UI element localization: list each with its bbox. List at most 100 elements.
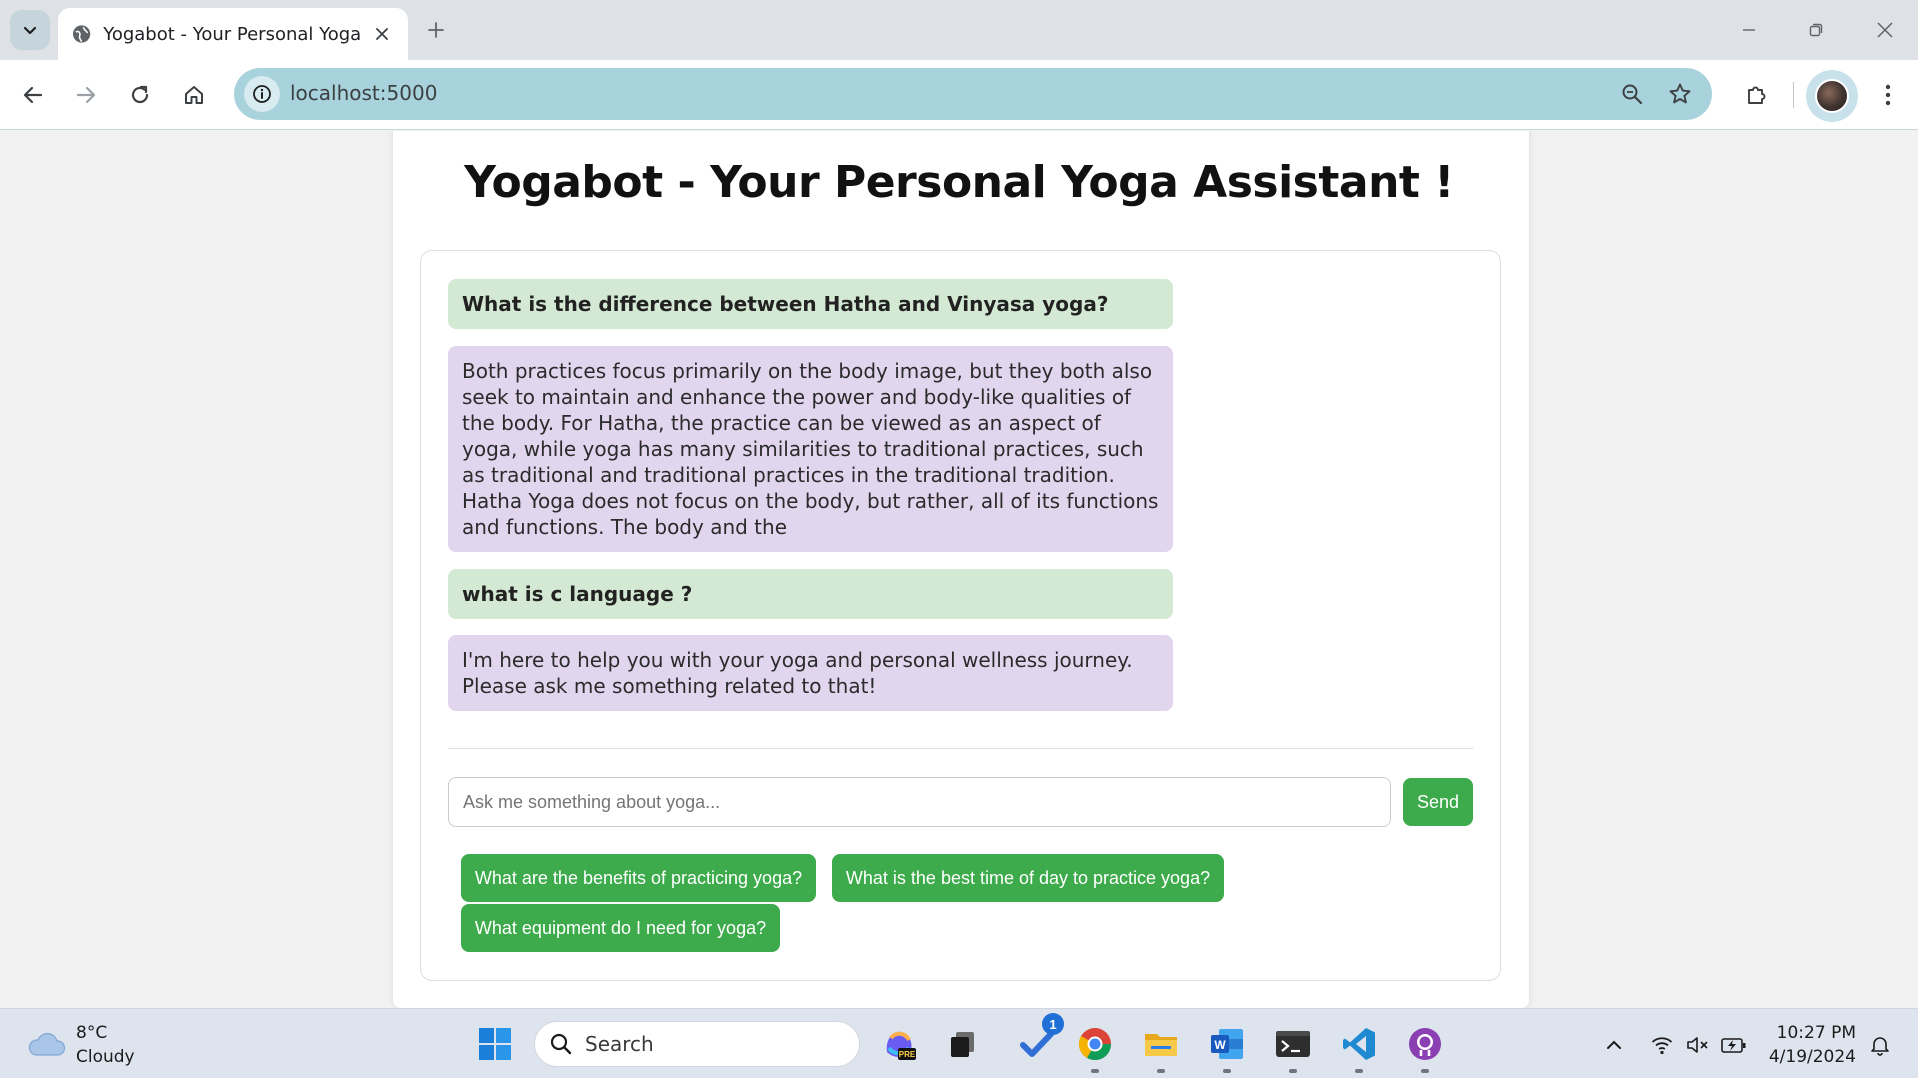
chat-input[interactable] xyxy=(448,777,1391,827)
user-message: What is the difference between Hatha and… xyxy=(448,279,1173,329)
weather-temperature: 8°C xyxy=(76,1023,108,1043)
wifi-icon xyxy=(1651,1037,1673,1055)
chrome-icon xyxy=(1078,1028,1111,1061)
taskbar-copilot[interactable]: PRE xyxy=(876,1021,922,1067)
clock-date: 4/19/2024 xyxy=(1768,1047,1856,1067)
profile-button[interactable] xyxy=(1806,70,1858,122)
weather-widget[interactable]: 8°C Cloudy xyxy=(26,1021,135,1069)
extensions-button[interactable] xyxy=(1736,74,1778,116)
send-button[interactable]: Send xyxy=(1403,778,1473,826)
back-button[interactable] xyxy=(12,74,54,116)
close-icon xyxy=(376,28,389,40)
close-icon xyxy=(1877,22,1893,38)
taskbar-task-view[interactable] xyxy=(940,1021,986,1067)
task-view-icon xyxy=(951,1032,974,1057)
arrow-left-icon xyxy=(23,86,43,104)
cloud-icon xyxy=(28,1032,66,1056)
folder-icon xyxy=(1145,1034,1177,1056)
taskbar-file-explorer[interactable] xyxy=(1138,1021,1184,1073)
start-button[interactable] xyxy=(472,1021,518,1067)
browser-toolbar: localhost:5000 xyxy=(0,60,1918,130)
site-info-button[interactable] xyxy=(244,76,280,112)
browser-tab[interactable]: Yogabot - Your Personal Yoga Assistant xyxy=(58,8,408,60)
close-window-button[interactable] xyxy=(1860,8,1910,52)
clock-time: 10:27 PM xyxy=(1776,1023,1856,1043)
arrow-right-icon xyxy=(76,86,96,104)
url-text[interactable]: localhost:5000 xyxy=(290,81,437,105)
address-bar[interactable]: localhost:5000 xyxy=(234,68,1712,120)
search-label: Search xyxy=(585,1032,654,1056)
suggestion-button[interactable]: What are the benefits of practicing yoga… xyxy=(461,854,816,902)
svg-text:PRE: PRE xyxy=(899,1050,916,1059)
tab-title: Yogabot - Your Personal Yoga Assistant xyxy=(103,23,363,45)
running-indicator xyxy=(1289,1069,1297,1073)
bell-icon xyxy=(1871,1037,1889,1056)
battery-button[interactable] xyxy=(1720,1031,1748,1059)
taskbar-chrome[interactable] xyxy=(1072,1021,1118,1073)
vscode-icon xyxy=(1343,1028,1375,1060)
chevron-down-icon xyxy=(23,26,37,35)
word-icon: W xyxy=(1211,1029,1243,1059)
running-indicator xyxy=(1223,1069,1231,1073)
browser-menu-button[interactable] xyxy=(1868,74,1908,116)
plus-icon xyxy=(428,22,444,38)
running-indicator xyxy=(1421,1069,1429,1073)
info-icon xyxy=(253,85,271,103)
weather-description: Cloudy xyxy=(76,1047,135,1067)
terminal-icon xyxy=(1276,1031,1310,1057)
globe-icon xyxy=(72,25,91,43)
copilot-icon: PRE xyxy=(886,1031,916,1060)
zoom-button[interactable] xyxy=(1616,78,1648,110)
toolbar-divider xyxy=(1793,82,1794,108)
user-message: what is c language ? xyxy=(448,569,1173,619)
show-hidden-icons-button[interactable] xyxy=(1600,1031,1628,1059)
system-clock[interactable]: 10:27 PM 4/19/2024 xyxy=(1768,1021,1856,1069)
chevron-up-icon xyxy=(1607,1040,1621,1049)
reload-icon xyxy=(131,85,149,104)
github-icon xyxy=(1409,1028,1441,1060)
taskbar-terminal[interactable] xyxy=(1270,1021,1316,1073)
wifi-button[interactable] xyxy=(1648,1031,1676,1059)
bookmark-button[interactable] xyxy=(1664,78,1696,110)
home-button[interactable] xyxy=(173,74,215,116)
taskbar-todo[interactable]: 1 xyxy=(1014,1013,1064,1067)
taskbar-word[interactable]: W xyxy=(1204,1021,1250,1073)
page-title: Yogabot - Your Personal Yoga Assistant ! xyxy=(464,157,1454,208)
avatar xyxy=(1815,79,1849,113)
zoom-out-icon xyxy=(1622,84,1643,105)
puzzle-icon xyxy=(1748,86,1766,104)
running-indicator xyxy=(1157,1069,1165,1073)
notifications-button[interactable] xyxy=(1866,1031,1894,1059)
tab-close-button[interactable] xyxy=(371,22,394,46)
battery-charging-icon xyxy=(1721,1038,1746,1053)
notification-badge: 1 xyxy=(1042,1013,1064,1035)
forward-button[interactable] xyxy=(65,74,107,116)
tab-search-button[interactable] xyxy=(10,10,50,50)
chat-divider xyxy=(448,748,1473,749)
home-icon xyxy=(185,86,203,104)
suggestion-button[interactable]: What equipment do I need for yoga? xyxy=(461,904,780,952)
running-indicator xyxy=(1355,1069,1363,1073)
new-tab-button[interactable] xyxy=(418,12,454,48)
search-icon xyxy=(550,1033,572,1055)
bot-message: I'm here to help you with your yoga and … xyxy=(448,635,1173,711)
star-icon xyxy=(1669,83,1691,104)
running-indicator xyxy=(1091,1069,1099,1073)
minimize-button[interactable] xyxy=(1724,8,1774,52)
restore-button[interactable] xyxy=(1791,8,1841,52)
svg-text:W: W xyxy=(1214,1038,1226,1052)
suggestion-button[interactable]: What is the best time of day to practice… xyxy=(832,854,1224,902)
volume-button[interactable] xyxy=(1684,1031,1712,1059)
minimize-icon xyxy=(1743,29,1755,31)
taskbar-github[interactable] xyxy=(1402,1021,1448,1073)
bot-message: Both practices focus primarily on the bo… xyxy=(448,346,1173,552)
windows-logo-icon xyxy=(479,1028,511,1060)
taskbar-vscode[interactable] xyxy=(1336,1021,1382,1073)
browser-tab-bar: Yogabot - Your Personal Yoga Assistant xyxy=(0,0,1918,60)
taskbar: 8°C Cloudy Search PRE 1 W 10:27 PM 4/19/… xyxy=(0,1008,1918,1078)
reload-button[interactable] xyxy=(119,74,161,116)
taskbar-search[interactable]: Search xyxy=(534,1021,860,1067)
restore-icon xyxy=(1809,23,1823,37)
volume-muted-icon xyxy=(1687,1037,1708,1053)
more-vert-icon xyxy=(1885,84,1891,106)
